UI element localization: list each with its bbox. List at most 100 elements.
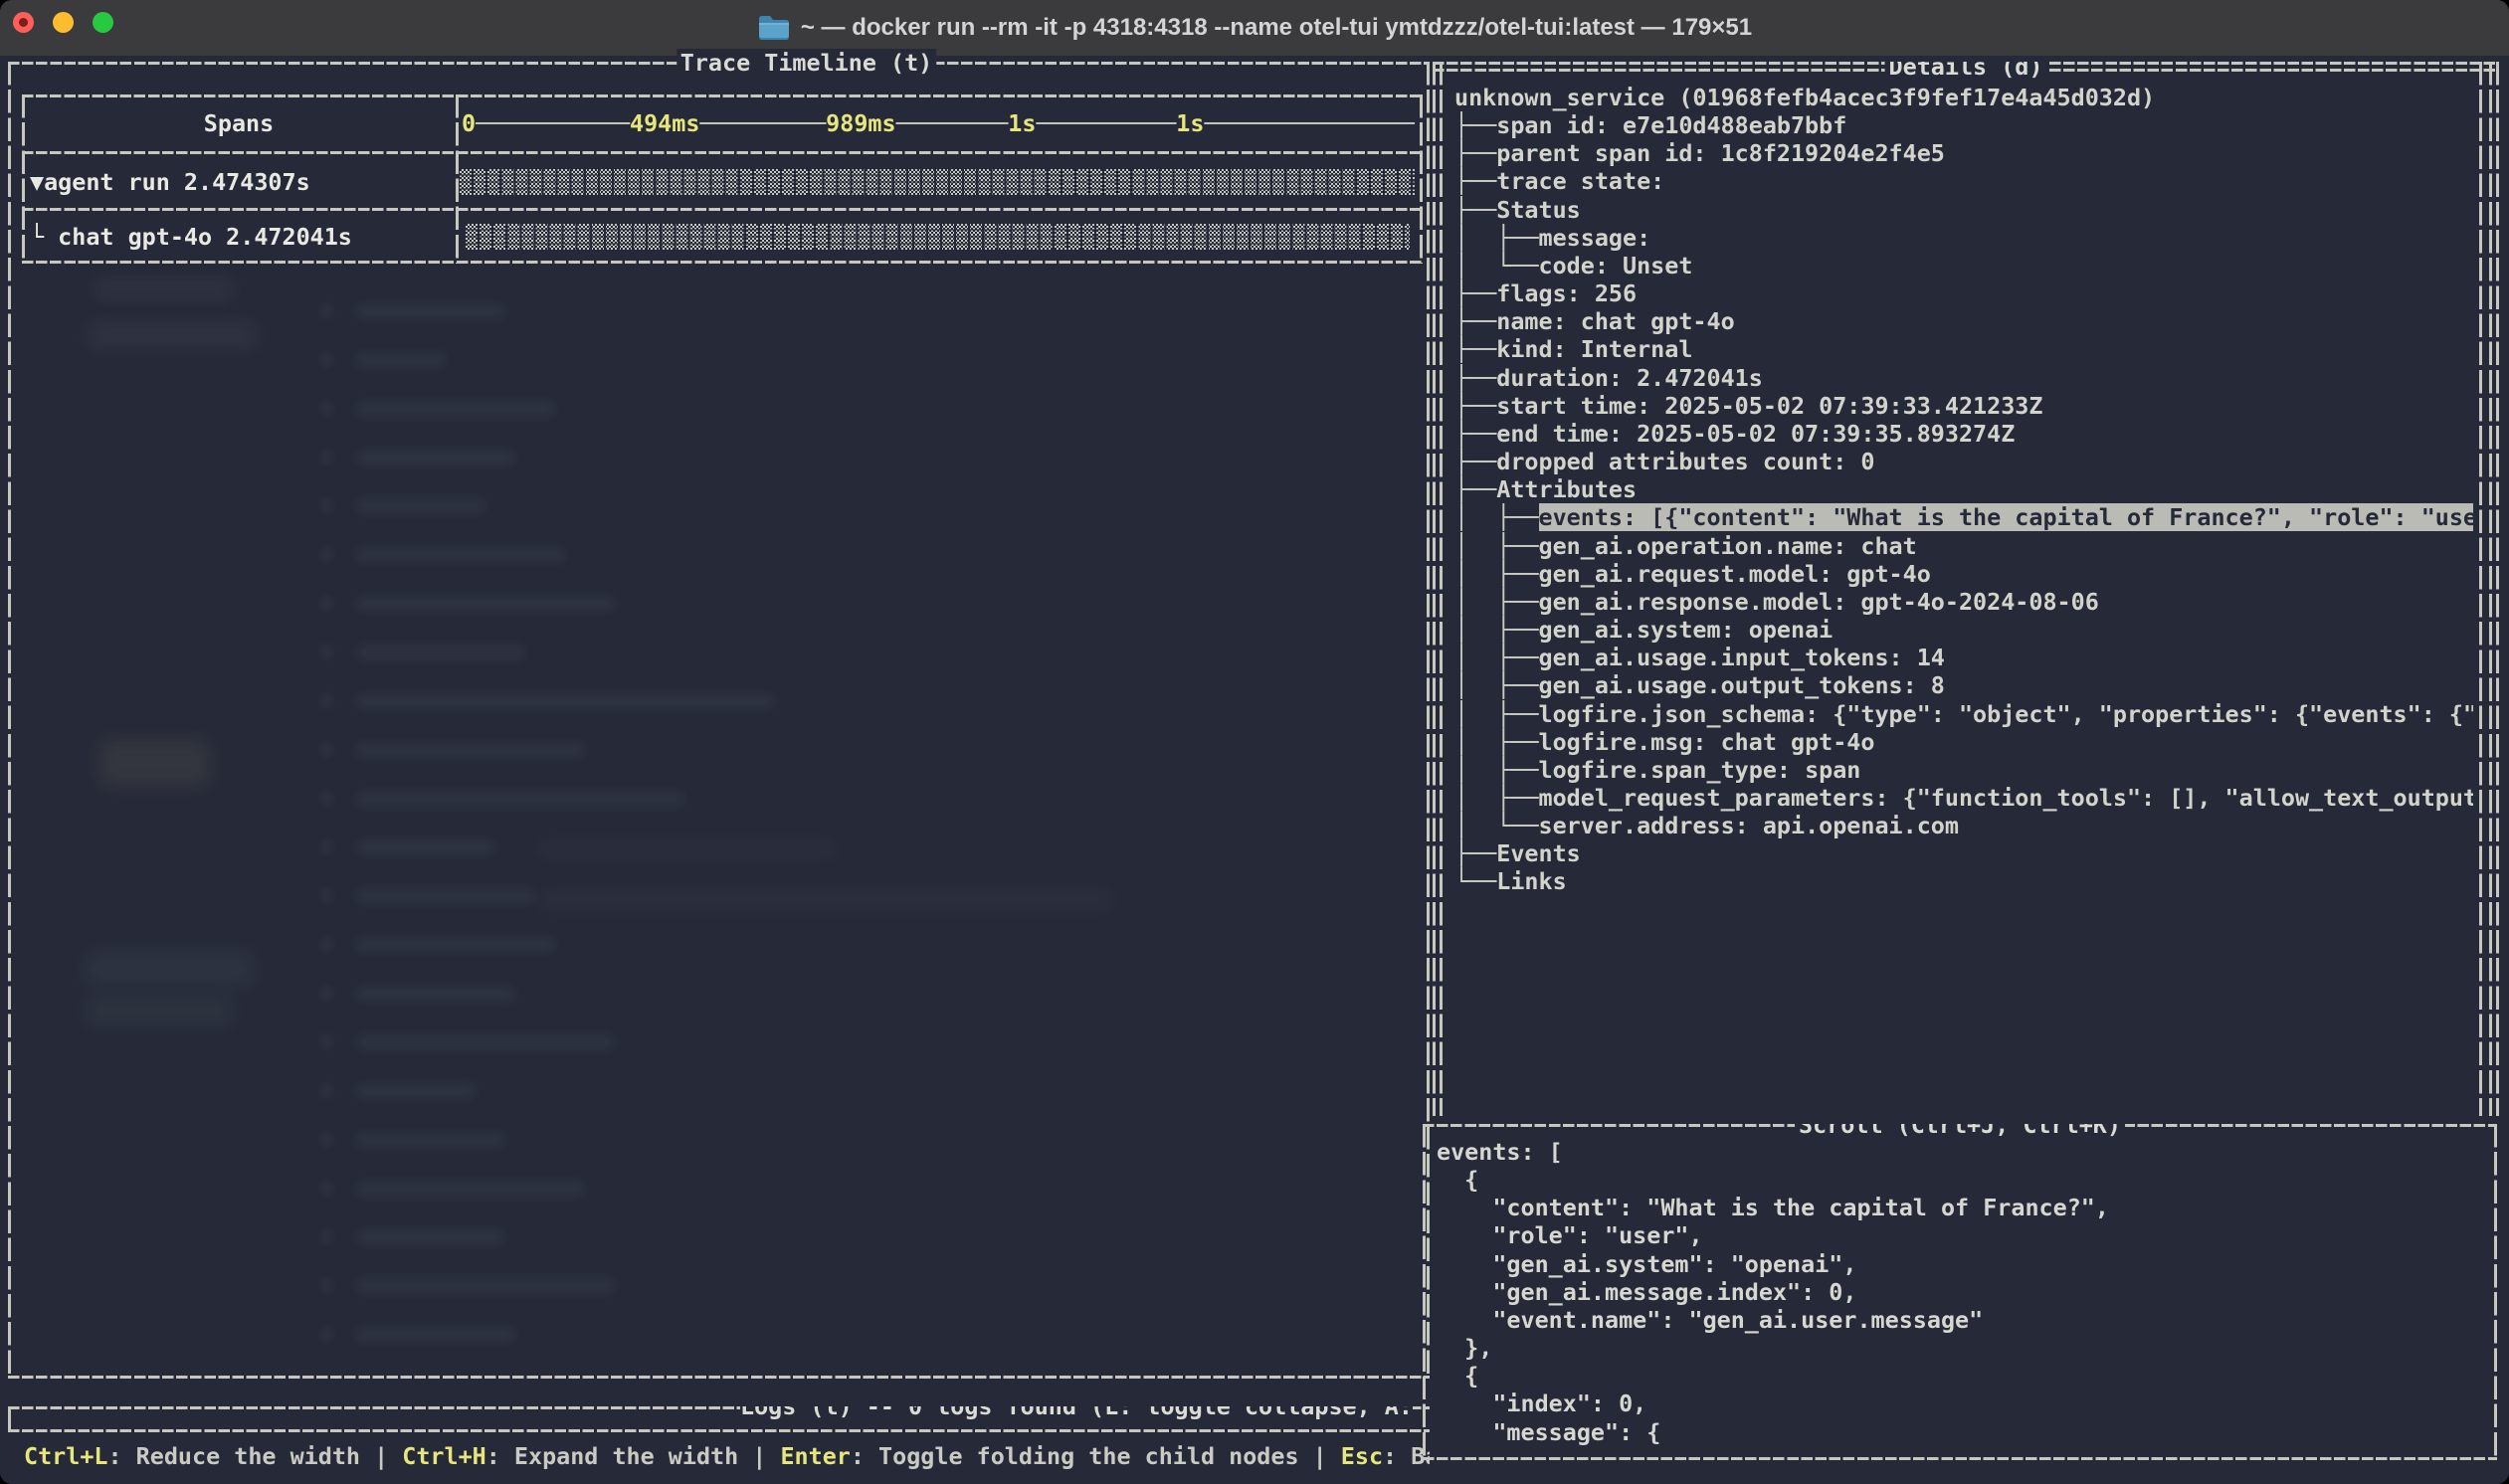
tree-branch-glyph: ├── <box>1454 392 1496 420</box>
details-tree-line[interactable]: │ └──server.address: api.openai.com <box>1454 812 2473 839</box>
span-row-label[interactable]: └ chat gpt-4o 2.472041s <box>30 223 352 251</box>
details-tree-line[interactable]: ├──end time: 2025-05-02 07:39:35.893274Z <box>1454 420 2473 448</box>
scale-line: ──────── <box>896 109 1009 137</box>
selected-attribute-value: events: [{"content": "What is the capita… <box>1539 503 2474 531</box>
details-tree-line[interactable]: ├──name: chat gpt-4o <box>1454 307 2473 335</box>
details-tree-line[interactable]: │ ├──logfire.msg: chat gpt-4o <box>1454 728 2473 756</box>
details-tree-line[interactable]: │ └──code: Unset <box>1454 252 2473 279</box>
tree-branch-glyph: ├── <box>1454 139 1496 167</box>
attribute-value: gen_ai.usage.output_tokens: 8 <box>1539 671 1945 699</box>
close-button[interactable] <box>13 12 34 33</box>
tree-branch-glyph: ├── <box>1454 167 1496 195</box>
shortcut-key: Ctrl+H <box>402 1442 486 1470</box>
details-tree-line[interactable]: ├──span id: e7e10d488eab7bbf <box>1454 111 2473 139</box>
status-bar: Ctrl+L: Reduce the width | Ctrl+H: Expan… <box>24 1442 1430 1470</box>
tree-branch-glyph: ├── <box>1454 111 1496 139</box>
details-tree-line[interactable]: unknown_service (01968fefb4acec3f9fef17e… <box>1454 84 2473 111</box>
tree-branch-glyph: │ ├── <box>1454 503 1539 531</box>
tree-branch-glyph: ├── <box>1454 420 1496 448</box>
tree-branch-glyph: └── <box>1454 867 1496 895</box>
minimize-button[interactable] <box>53 12 74 33</box>
zoom-button[interactable] <box>93 12 113 33</box>
scroll-panel[interactable]: Scroll (Ctrl+J, Ctrl+K) events: [ { "con… <box>1423 1124 2497 1460</box>
spans-table: Spans 0───────────494ms─────────989ms───… <box>22 94 1423 264</box>
attribute-value: code: Unset <box>1539 252 1693 279</box>
json-line: "gen_ai.message.index": 0, <box>1437 1278 2483 1306</box>
attribute-value: name: chat gpt-4o <box>1496 307 1734 335</box>
attribute-value: unknown_service (01968fefb4acec3f9fef17e… <box>1454 84 2155 111</box>
tree-branch-glyph: ├── <box>1454 839 1496 867</box>
attribute-value: gen_ai.response.model: gpt-4o-2024-08-06 <box>1539 588 2099 616</box>
details-tree: unknown_service (01968fefb4acec3f9fef17e… <box>1447 84 2477 1116</box>
details-tree-line[interactable]: ├──Status <box>1454 196 2473 224</box>
tree-branch-glyph: │ ├── <box>1454 560 1539 588</box>
details-tree-line[interactable]: │ ├──events: [{"content": "What is the c… <box>1454 503 2473 531</box>
details-tree-line[interactable]: │ ├──gen_ai.operation.name: chat <box>1454 532 2473 560</box>
attribute-value: logfire.json_schema: {"type": "object", … <box>1539 700 2474 728</box>
json-line: { <box>1437 1166 2483 1194</box>
json-line: "message": { <box>1437 1418 2483 1446</box>
span-row-label[interactable]: ▼agent run 2.474307s <box>30 168 310 196</box>
logs-panel[interactable]: Logs (l) -- 0 logs found (L: toggle coll… <box>8 1406 1430 1432</box>
tree-branch-glyph: ├── <box>1454 475 1496 503</box>
details-tree-line[interactable]: │ ├──gen_ai.usage.output_tokens: 8 <box>1454 671 2473 699</box>
screenshot-root: ~ — docker run --rm -it -p 4318:4318 --n… <box>0 0 2509 1484</box>
span-duration-bar[interactable] <box>460 169 1415 195</box>
span-duration-bar[interactable] <box>466 224 1410 250</box>
tree-branch-glyph: ├── <box>1454 448 1496 475</box>
tree-branch-glyph: │ ├── <box>1454 224 1539 252</box>
details-tree-line[interactable]: └──Links <box>1454 867 2473 895</box>
details-tree-line[interactable]: │ ├──gen_ai.request.model: gpt-4o <box>1454 560 2473 588</box>
shortcut-description: : Reduce the width | <box>108 1442 403 1470</box>
attribute-value: model_request_parameters: {"function_too… <box>1539 784 2474 812</box>
scale-tick-label: 494ms <box>630 109 699 137</box>
tree-branch-glyph: ├── <box>1454 196 1496 224</box>
tree-branch-glyph: │ ├── <box>1454 728 1539 756</box>
details-tree-line[interactable]: ├──duration: 2.472041s <box>1454 364 2473 392</box>
attribute-value: Events <box>1496 839 1581 867</box>
tree-branch-glyph: │ └── <box>1454 252 1539 279</box>
trace-timeline-title: Trace Timeline (t) <box>676 49 936 77</box>
tree-branch-glyph: │ ├── <box>1454 756 1539 784</box>
attribute-value: end time: 2025-05-02 07:39:35.893274Z <box>1496 420 2015 448</box>
spans-column-header: Spans <box>22 109 456 137</box>
tree-branch-glyph: │ ├── <box>1454 644 1539 671</box>
details-tree-line[interactable]: ├──dropped attributes count: 0 <box>1454 448 2473 475</box>
tree-branch-glyph: ├── <box>1454 307 1496 335</box>
attribute-value: gen_ai.usage.input_tokens: 14 <box>1539 644 1945 671</box>
logs-panel-title: Logs (l) -- 0 logs found (L: toggle coll… <box>740 1406 1413 1420</box>
details-tree-line[interactable]: ├──Attributes <box>1454 475 2473 503</box>
details-tree-line[interactable]: ├──start time: 2025-05-02 07:39:33.42123… <box>1454 392 2473 420</box>
attribute-value: gen_ai.request.model: gpt-4o <box>1539 560 1931 588</box>
details-tree-line[interactable]: │ ├──model_request_parameters: {"functio… <box>1454 784 2473 812</box>
details-tree-line[interactable]: ├──Events <box>1454 839 2473 867</box>
details-tree-line[interactable]: ├──parent span id: 1c8f219204e2f4e5 <box>1454 139 2473 167</box>
tree-branch-glyph: │ ├── <box>1454 700 1539 728</box>
details-tree-line[interactable]: │ ├──gen_ai.usage.input_tokens: 14 <box>1454 644 2473 671</box>
shortcut-description: : Toggle folding the child nodes | <box>851 1442 1341 1470</box>
attribute-value: flags: 256 <box>1496 279 1637 307</box>
attribute-value: Attributes <box>1496 475 1637 503</box>
shortcut-key: Esc <box>1341 1442 1383 1470</box>
details-tree-line[interactable]: ├──flags: 256 <box>1454 279 2473 307</box>
details-tree-line[interactable]: ├──trace state: <box>1454 167 2473 195</box>
details-scrollbar[interactable] <box>2479 62 2482 1116</box>
trace-timeline-panel[interactable]: Trace Timeline (t) Spans 0───────────494… <box>8 62 1430 1379</box>
folder-icon <box>757 14 791 42</box>
terminal-content: Trace Timeline (t) Spans 0───────────494… <box>0 56 2509 1484</box>
attribute-value: logfire.span_type: span <box>1539 756 1861 784</box>
attribute-value: trace state: <box>1496 167 1664 195</box>
attribute-value: message: <box>1539 224 1651 252</box>
details-tree-line[interactable]: │ ├──logfire.span_type: span <box>1454 756 2473 784</box>
scroll-json-body: events: [ { "content": "What is the capi… <box>1431 1138 2489 1456</box>
attribute-value: server.address: api.openai.com <box>1539 812 1959 839</box>
details-tree-line[interactable]: ├──kind: Internal <box>1454 335 2473 363</box>
json-line: "event.name": "gen_ai.user.message" <box>1437 1306 2483 1334</box>
details-tree-line[interactable]: │ ├──gen_ai.response.model: gpt-4o-2024-… <box>1454 588 2473 616</box>
details-tree-line[interactable]: │ ├──message: <box>1454 224 2473 252</box>
attribute-value: start time: 2025-05-02 07:39:33.421233Z <box>1496 392 2042 420</box>
attribute-value: Status <box>1496 196 1581 224</box>
details-panel[interactable]: Details (d) unknown_service (01968fefb4a… <box>1433 62 2499 1116</box>
details-tree-line[interactable]: │ ├──logfire.json_schema: {"type": "obje… <box>1454 700 2473 728</box>
details-tree-line[interactable]: │ ├──gen_ai.system: openai <box>1454 616 2473 644</box>
